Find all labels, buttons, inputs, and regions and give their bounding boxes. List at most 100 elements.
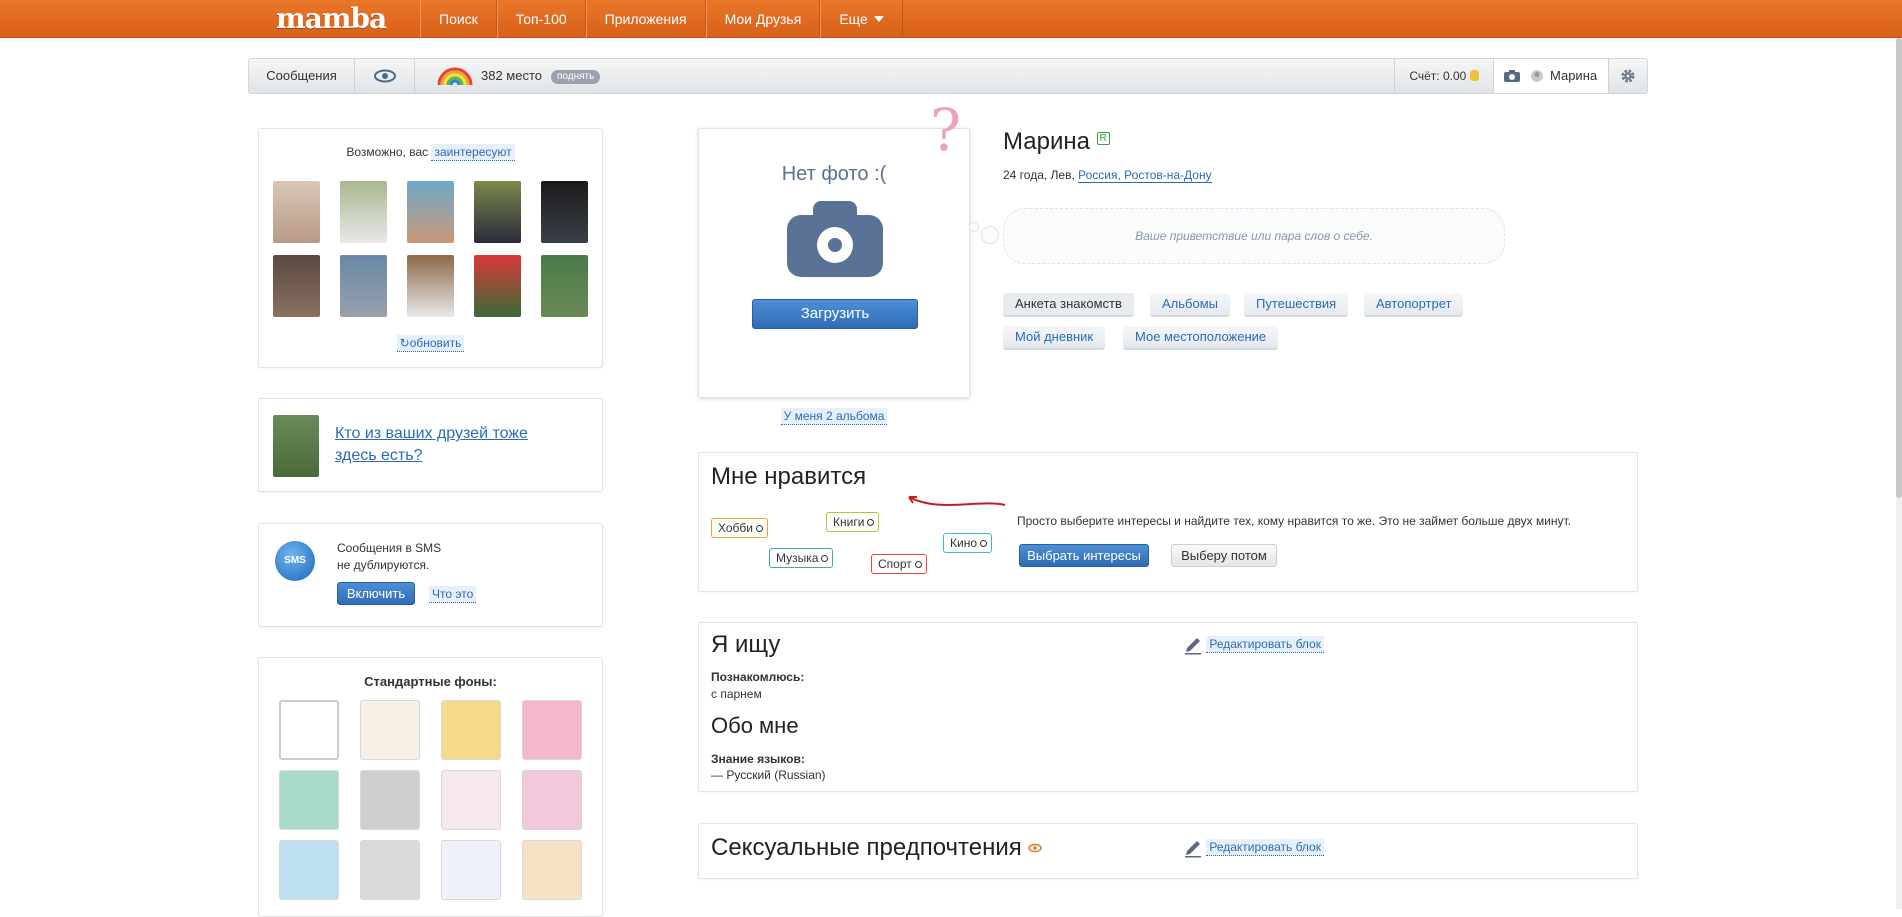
avatar-placeholder-icon bbox=[1531, 70, 1543, 82]
tab-albums[interactable]: Альбомы bbox=[1150, 293, 1230, 317]
find-friends-panel: Кто из ваших друзей тоже здесь есть? bbox=[258, 398, 603, 492]
background-tile[interactable] bbox=[279, 700, 339, 760]
greeting-input[interactable]: Ваше приветствие или пара слов о себе. bbox=[1003, 208, 1505, 264]
profile-age-sign: 24 года, Лев, bbox=[1003, 168, 1075, 182]
photo-box: Нет фото :( Загрузить bbox=[698, 128, 970, 398]
settings-button[interactable] bbox=[1609, 59, 1647, 93]
edit-block-action[interactable]: Редактировать блок bbox=[1183, 635, 1324, 655]
speech-dot bbox=[981, 226, 999, 244]
tag-music[interactable]: Музыка bbox=[769, 548, 834, 568]
suggested-user-avatar[interactable] bbox=[474, 181, 521, 243]
scrollbar-thumb[interactable] bbox=[1896, 38, 1902, 498]
choose-interests-button[interactable]: Выбрать интересы bbox=[1019, 544, 1149, 567]
scrollbar[interactable] bbox=[1896, 38, 1902, 909]
suggested-user-avatar[interactable] bbox=[273, 181, 320, 243]
tag-books[interactable]: Книги bbox=[826, 512, 880, 532]
backgrounds-panel: Стандартные фоны: bbox=[258, 657, 603, 917]
find-friends-link[interactable]: Кто из ваших друзей тоже здесь есть? bbox=[335, 423, 565, 467]
pencil-icon bbox=[1185, 841, 1201, 858]
suggested-user-avatar[interactable] bbox=[407, 181, 454, 243]
background-tile[interactable] bbox=[441, 840, 501, 900]
visitors-button[interactable] bbox=[355, 59, 415, 93]
question-mark-icon: ? bbox=[930, 96, 962, 164]
pencil-icon bbox=[1185, 638, 1201, 655]
nav-friends[interactable]: Мои Друзья bbox=[705, 0, 821, 38]
nav-top100[interactable]: Топ-100 bbox=[496, 0, 586, 38]
edit-block-link[interactable]: Редактировать блок bbox=[1206, 636, 1324, 654]
suggestions-header: Возможно, вас заинтересуют bbox=[259, 144, 602, 161]
tag-movies[interactable]: Кино bbox=[943, 533, 992, 553]
refresh-button[interactable]: ↻обновить bbox=[396, 335, 465, 352]
suggested-user-avatar[interactable] bbox=[273, 255, 320, 317]
background-tile[interactable] bbox=[522, 840, 582, 900]
suggested-user-avatar[interactable] bbox=[340, 181, 387, 243]
sms-what-link[interactable]: Что это bbox=[429, 586, 477, 603]
likes-description: Просто выберите интересы и найдите тех, … bbox=[1017, 514, 1572, 528]
suggestions-link[interactable]: заинтересуют bbox=[431, 144, 515, 161]
tab-travel[interactable]: Путешествия bbox=[1244, 293, 1349, 317]
chevron-down-icon bbox=[873, 16, 884, 22]
nav-apps[interactable]: Приложения bbox=[585, 0, 706, 38]
suggested-user-avatar[interactable] bbox=[541, 181, 588, 243]
tab-dating-profile[interactable]: Анкета знакомств bbox=[1003, 293, 1134, 317]
rank-text: 382 место bbox=[481, 68, 543, 83]
messages-button[interactable]: Сообщения bbox=[249, 59, 355, 93]
background-tile[interactable] bbox=[441, 700, 501, 760]
tag-hobby[interactable]: Хобби bbox=[711, 518, 768, 538]
tab-selfportrait[interactable]: Автопортрет bbox=[1364, 293, 1464, 317]
likes-title: Мне нравится bbox=[711, 463, 867, 490]
refresh-area: ↻обновить bbox=[259, 335, 602, 352]
tab-diary[interactable]: Мой дневник bbox=[1003, 326, 1106, 350]
background-tile[interactable] bbox=[279, 840, 339, 900]
background-tile[interactable] bbox=[360, 770, 420, 830]
camera-icon bbox=[1504, 70, 1520, 82]
background-tile[interactable] bbox=[522, 770, 582, 830]
edit-block-link[interactable]: Редактировать блок bbox=[1206, 839, 1324, 857]
nav-more[interactable]: Еще bbox=[820, 0, 903, 38]
balance-text: Счёт: 0.00 bbox=[1409, 69, 1467, 83]
eye-icon[interactable] bbox=[1028, 843, 1043, 853]
background-tile[interactable] bbox=[360, 840, 420, 900]
choose-later-button[interactable]: Выберу потом bbox=[1171, 544, 1277, 567]
background-tile[interactable] bbox=[279, 770, 339, 830]
albums-link[interactable]: У меня 2 альбома bbox=[780, 408, 888, 425]
albums-link-wrap: У меня 2 альбома bbox=[698, 408, 970, 425]
likes-panel: Мне нравится Хобби Книги Кино Музыка Спо… bbox=[698, 452, 1638, 592]
greeting-placeholder: Ваше приветствие или пара слов о себе. bbox=[1135, 229, 1373, 243]
speech-dot bbox=[969, 222, 979, 232]
nav-search[interactable]: Поиск bbox=[420, 0, 497, 38]
sexual-preferences-title-text: Сексуальные предпочтения bbox=[711, 834, 1022, 861]
suggested-user-avatar[interactable] bbox=[407, 255, 454, 317]
suggested-user-avatar[interactable] bbox=[340, 255, 387, 317]
suggested-user-avatar[interactable] bbox=[541, 255, 588, 317]
top-navigation-bar: mamba Поиск Топ-100 Приложения Мои Друзь… bbox=[0, 0, 1902, 38]
mamba-logo[interactable]: mamba bbox=[276, 2, 387, 35]
seeking-title: Я ищу bbox=[711, 631, 781, 658]
sms-line1: Сообщения в SMS bbox=[337, 541, 442, 555]
raise-label: поднять bbox=[551, 70, 601, 84]
user-menu[interactable]: Марина bbox=[1494, 59, 1609, 93]
meet-value: с парнем bbox=[711, 687, 762, 701]
edit-block-action[interactable]: Редактировать блок bbox=[1183, 838, 1324, 858]
sms-enable-button[interactable]: Включить bbox=[337, 582, 415, 605]
profile-meta: 24 года, Лев, Россия, Ростов-на-Дону bbox=[1003, 168, 1212, 183]
red-arrow-icon bbox=[908, 496, 1006, 506]
sms-line2: не дублируются. bbox=[337, 558, 430, 572]
tag-sport[interactable]: Спорт bbox=[871, 554, 927, 574]
background-tile[interactable] bbox=[360, 700, 420, 760]
languages-value: — Русский (Russian) bbox=[711, 768, 826, 782]
eye-icon bbox=[374, 69, 396, 83]
gear-icon bbox=[1621, 69, 1635, 83]
friend-avatar bbox=[273, 415, 319, 477]
seeking-panel: Я ищу Редактировать блок Познакомлюсь: с… bbox=[698, 622, 1638, 792]
suggested-user-avatar[interactable] bbox=[474, 255, 521, 317]
background-tile[interactable] bbox=[522, 700, 582, 760]
sms-panel: SMS Сообщения в SMS не дублируются. Вклю… bbox=[258, 523, 603, 627]
upload-photo-button[interactable]: Загрузить bbox=[752, 299, 918, 329]
tab-location[interactable]: Мое местоположение bbox=[1123, 326, 1279, 350]
balance-button[interactable]: Счёт: 0.00 bbox=[1394, 59, 1494, 93]
background-tile[interactable] bbox=[441, 770, 501, 830]
profile-location[interactable]: Россия, Ростов-на-Дону bbox=[1078, 168, 1212, 183]
raise-button[interactable]: поднять bbox=[551, 59, 601, 93]
refresh-label: обновить bbox=[409, 336, 462, 350]
